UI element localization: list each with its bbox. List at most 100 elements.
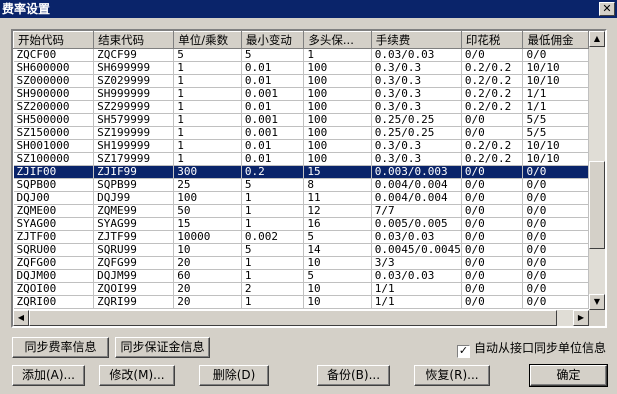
table-cell: 5 xyxy=(173,48,242,62)
column-header[interactable]: 结束代码 xyxy=(93,31,175,49)
scroll-left-icon[interactable]: ◀ xyxy=(13,310,29,326)
table-row[interactable]: DQJM00 DQJM99 60 1 5 0.03/0.03 0/0 0/0 xyxy=(13,269,589,283)
table-row[interactable]: SQPB00 SQPB99 25 5 8 0.004/0.004 0/0 0/0 xyxy=(13,178,589,192)
rate-table: 开始代码 结束代码 单位/乘数 最小变动 多头保... 手续费 印花税 最低佣金 ZQCF00… xyxy=(13,31,589,309)
table-cell: 0.001 xyxy=(241,113,305,127)
table-cell: 0.01 xyxy=(241,139,305,153)
table-cell: 0.3/0.3 xyxy=(371,61,462,75)
table-row[interactable]: SQRU00 SQRU99 10 5 14 0.0045/0.0045 0/0 0/0 xyxy=(13,243,589,257)
table-row[interactable]: DQJ00 DQJ99 100 1 11 0.004/0.004 0/0 0/0 xyxy=(13,191,589,205)
table-cell: 1 xyxy=(173,61,242,75)
table-cell: 0.001 xyxy=(241,87,305,101)
table-cell: 0/0 xyxy=(461,282,524,296)
table-row[interactable]: SZ200000 SZ299999 1 0.01 100 0.3/0.3 0.2/0.2 1/… xyxy=(13,100,589,114)
table-row[interactable]: SH900000 SH999999 1 0.001 100 0.3/0.3 0.2/0.2 1… xyxy=(13,87,589,101)
table-cell: 1 xyxy=(241,204,305,218)
table-cell: 1 xyxy=(173,74,242,88)
table-cell: 0.03/0.03 xyxy=(371,48,462,62)
table-row[interactable]: SZ100000 SZ179999 1 0.01 100 0.3/0.3 0.2/0.2 10… xyxy=(13,152,589,166)
table-cell: 0.3/0.3 xyxy=(371,74,462,88)
table-cell: 0.2/0.2 xyxy=(461,61,524,75)
column-header[interactable]: 印花税 xyxy=(460,31,524,49)
column-header[interactable]: 多头保... xyxy=(303,31,372,49)
table-row[interactable]: SYAG00 SYAG99 15 1 16 0.005/0.005 0/0 0/0 xyxy=(13,217,589,231)
table-cell: SQRU00 xyxy=(13,243,95,257)
table-cell: 1/1 xyxy=(371,282,462,296)
table-cell: 0/0 xyxy=(522,48,589,62)
scroll-up-icon[interactable]: ▲ xyxy=(589,31,605,47)
table-cell: SYAG99 xyxy=(93,217,175,231)
column-header[interactable]: 开始代码 xyxy=(13,31,95,49)
close-icon[interactable]: ✕ xyxy=(599,2,615,16)
table-row[interactable]: ZJTF00 ZJTF99 10000 0.002 5 0.03/0.03 0/0 0/0 xyxy=(13,230,589,244)
table-row[interactable]: SH500000 SH579999 1 0.001 100 0.25/0.25 0/0 5/5 xyxy=(13,113,589,127)
table-cell: 1 xyxy=(241,269,305,283)
table-cell: 0.2 xyxy=(241,165,305,179)
restore-button[interactable]: 恢复(R)... xyxy=(414,365,490,386)
table-cell: SZ029999 xyxy=(93,74,175,88)
table-cell: 5 xyxy=(303,269,372,283)
delete-button[interactable]: 删除(D) xyxy=(199,365,269,386)
vertical-scroll-thumb[interactable] xyxy=(589,161,605,249)
column-header[interactable]: 最低佣金 xyxy=(522,31,589,49)
table-cell: 0.01 xyxy=(241,152,305,166)
modify-button[interactable]: 修改(M)... xyxy=(99,365,175,386)
sync-unit-checkbox[interactable]: ✓ xyxy=(457,345,470,358)
table-row[interactable]: ZJIF00 ZJIF99 300 0.2 15 0.003/0.003 0/0 0/0 xyxy=(13,165,589,179)
ok-button[interactable]: 确定 xyxy=(529,364,608,387)
table-cell: 1 xyxy=(241,295,305,309)
table-cell: ZQRI99 xyxy=(93,295,175,309)
scroll-right-icon[interactable]: ▶ xyxy=(573,310,589,326)
table-row[interactable]: SZ000000 SZ029999 1 0.01 100 0.3/0.3 0.2/0.2 10… xyxy=(13,74,589,88)
horizontal-scroll-thumb[interactable] xyxy=(29,310,557,326)
horizontal-scrollbar[interactable]: ◀ ▶ xyxy=(13,310,589,326)
column-header[interactable]: 最小变动 xyxy=(240,31,305,49)
table-row[interactable]: ZQCF00 ZQCF99 5 5 1 0.03/0.03 0/0 0/0 xyxy=(13,48,589,62)
table-row[interactable]: ZQFG00 ZQFG99 20 1 10 3/3 0/0 0/0 xyxy=(13,256,589,270)
vertical-scrollbar[interactable]: ▲ ▼ xyxy=(589,31,605,310)
table-cell: ZQFG00 xyxy=(13,256,95,270)
table-cell: 5/5 xyxy=(522,113,589,127)
table-cell: 5 xyxy=(241,178,305,192)
backup-button[interactable]: 备份(B)... xyxy=(317,365,390,386)
table-cell: ZQFG99 xyxy=(93,256,175,270)
table-cell: SH001000 xyxy=(13,139,95,153)
table-cell: SQRU99 xyxy=(93,243,175,257)
table-cell: ZQOI99 xyxy=(93,282,175,296)
table-row[interactable]: SZ150000 SZ199999 1 0.001 100 0.25/0.25 0/0 5/5 xyxy=(13,126,589,140)
table-cell: 1 xyxy=(173,100,242,114)
table-cell: 0/0 xyxy=(522,230,589,244)
table-cell: 14 xyxy=(303,243,372,257)
add-button[interactable]: 添加(A)... xyxy=(12,365,85,386)
table-cell: 0/0 xyxy=(461,113,524,127)
table-cell: 0.01 xyxy=(241,61,305,75)
table-cell: 5 xyxy=(241,243,305,257)
table-row[interactable]: ZQOI00 ZQOI99 20 2 10 1/1 0/0 0/0 xyxy=(13,282,589,296)
table-cell: DQJM00 xyxy=(13,269,95,283)
table-cell: 300 xyxy=(173,165,242,179)
table-row[interactable]: SH001000 SH199999 1 0.01 100 0.3/0.3 0.2/0.2 10… xyxy=(13,139,589,153)
column-header[interactable]: 手续费 xyxy=(370,31,462,49)
table-cell: 1 xyxy=(173,113,242,127)
table-cell: 0.2/0.2 xyxy=(461,100,524,114)
table-row[interactable]: ZQRI00 ZQRI99 20 1 10 1/1 0/0 0/0 xyxy=(13,295,589,309)
table-cell: DQJ00 xyxy=(13,191,95,205)
table-row[interactable]: SH600000 SH699999 1 0.01 100 0.3/0.3 0.2/0.2 10… xyxy=(13,61,589,75)
table-cell: ZQME99 xyxy=(93,204,175,218)
table-cell: 15 xyxy=(303,165,372,179)
table-cell: 1 xyxy=(173,152,242,166)
table-cell: SZ199999 xyxy=(93,126,175,140)
table-cell: SH600000 xyxy=(13,61,95,75)
table-cell: ZJTF00 xyxy=(13,230,95,244)
table-row[interactable]: ZQME00 ZQME99 50 1 12 7/7 0/0 0/0 xyxy=(13,204,589,218)
sync-rate-button[interactable]: 同步费率信息 xyxy=(12,337,109,358)
scroll-down-icon[interactable]: ▼ xyxy=(589,294,605,310)
table-cell: SH999999 xyxy=(93,87,175,101)
column-header[interactable]: 单位/乘数 xyxy=(173,31,242,49)
sync-margin-button[interactable]: 同步保证金信息 xyxy=(115,337,210,358)
sync-unit-option[interactable]: ✓ 自动从接口同步单位信息 xyxy=(457,341,606,358)
table-cell: 0.03/0.03 xyxy=(371,230,462,244)
table-cell: 0/0 xyxy=(461,191,524,205)
table-cell: 0/0 xyxy=(461,243,524,257)
table-cell: 5 xyxy=(303,230,372,244)
